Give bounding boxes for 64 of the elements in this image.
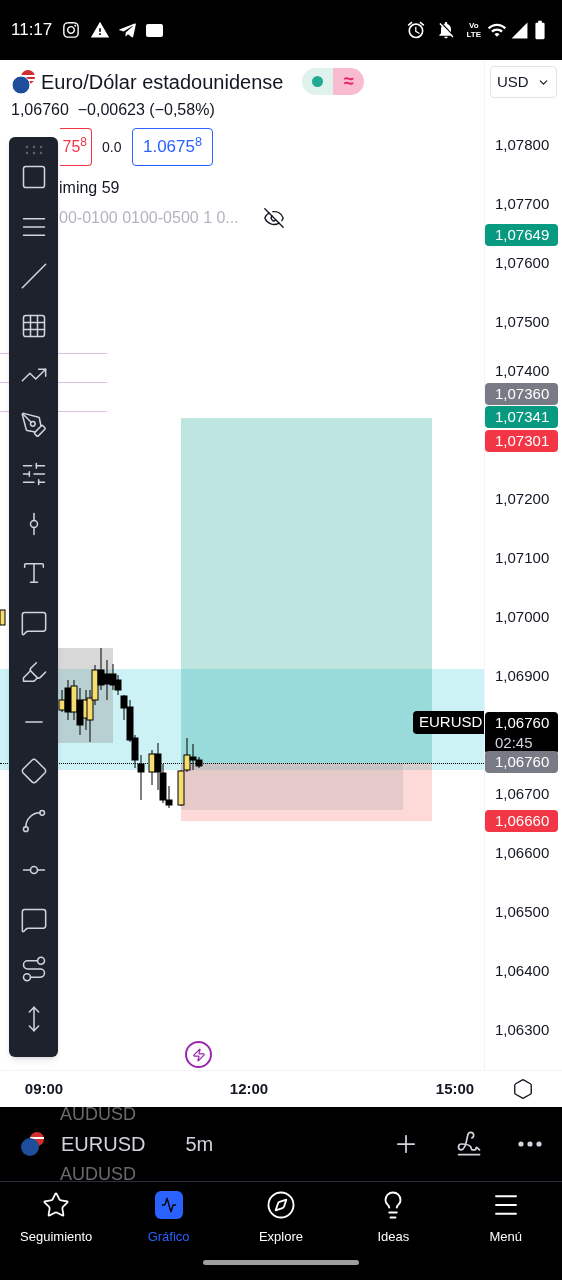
badge-price: 1,07341 bbox=[495, 407, 551, 427]
lightning-icon[interactable] bbox=[185, 1041, 212, 1068]
price-tick: 1,07400 bbox=[495, 361, 550, 382]
nav-tab[interactable]: Explore bbox=[224, 1190, 337, 1252]
ghost-symbol: AUDUSD bbox=[60, 1165, 136, 1183]
price-tick: 1,06600 bbox=[495, 843, 550, 864]
eye-off-icon[interactable] bbox=[262, 207, 285, 229]
price-tick: 1,07000 bbox=[495, 607, 550, 628]
more-icon bbox=[518, 1141, 542, 1147]
nav-tab[interactable]: Ideas bbox=[337, 1190, 450, 1252]
buy-price-button[interactable]: 1.0675$^{8}$ bbox=[132, 128, 213, 166]
indicator-label: iming 59 bbox=[59, 178, 121, 198]
symbol-selector[interactable]: EURUSD bbox=[61, 1129, 146, 1159]
warning-icon bbox=[90, 20, 111, 40]
price-tick: 1,07800 bbox=[495, 135, 550, 156]
flag-icon bbox=[11, 68, 37, 95]
spread: 0.0 bbox=[102, 137, 123, 157]
compass-icon bbox=[265, 1190, 296, 1220]
price-tick: 1,07700 bbox=[495, 194, 550, 215]
flag-icon bbox=[20, 1131, 46, 1157]
star-icon bbox=[42, 1191, 71, 1219]
interval-selector[interactable]: 5m bbox=[185, 1129, 214, 1159]
nav-tab[interactable]: Gráfico bbox=[112, 1190, 225, 1252]
badge-price: 1,06760 bbox=[495, 752, 551, 772]
badge-price: 1,07649 bbox=[495, 225, 551, 245]
price-tick: 1,07100 bbox=[495, 548, 550, 569]
price-tick: 1,06500 bbox=[495, 902, 550, 923]
network-label: Vo LTE bbox=[466, 21, 481, 39]
symbol-title: Euro/Dólar estadounidense bbox=[41, 69, 284, 95]
more-button[interactable] bbox=[518, 1141, 542, 1147]
ghost-symbol: AUDUSD bbox=[60, 1105, 136, 1123]
price-tick: 1,07500 bbox=[495, 312, 550, 333]
time-tick: 15:00 bbox=[435, 1078, 475, 1099]
news-app-icon bbox=[146, 23, 164, 37]
chart-settings-icon[interactable] bbox=[512, 1078, 534, 1100]
sessions-label: 00-0100 0100-0500 1 0... bbox=[59, 208, 239, 228]
sell-price-button[interactable]: 75$^{8}$ bbox=[60, 128, 92, 166]
currency-dropdown[interactable]: USD bbox=[490, 66, 557, 98]
price-tick: 1,06300 bbox=[495, 1020, 550, 1041]
countdown: 02:45 bbox=[495, 733, 534, 753]
badge-price: 1,07301 bbox=[495, 431, 551, 451]
badge-price: 1,06760 bbox=[495, 713, 551, 733]
camera-app-icon bbox=[62, 21, 81, 39]
drawing-button[interactable] bbox=[455, 1130, 483, 1158]
price-tick: 1,06900 bbox=[495, 666, 550, 687]
price-tick: 1,07600 bbox=[495, 253, 550, 274]
zigzag-icon bbox=[160, 1197, 177, 1213]
badge-price: 1,07360 bbox=[495, 384, 551, 404]
badge-price: 1,06660 bbox=[495, 811, 551, 831]
signal-icon bbox=[510, 20, 529, 40]
price-tick: 1,07200 bbox=[495, 489, 550, 510]
time-tick: 12:00 bbox=[229, 1078, 269, 1099]
pen-signature-icon bbox=[455, 1130, 483, 1158]
price-tick: 1,06400 bbox=[495, 961, 550, 982]
clock: 11:17 bbox=[11, 19, 53, 42]
price-change: 1,06760 −0,00623 (−0,58%) bbox=[11, 100, 216, 120]
price-tick: 1,06700 bbox=[495, 784, 550, 805]
candle bbox=[0, 609, 6, 626]
alarm-icon bbox=[406, 20, 427, 40]
status-symbol: ≈ bbox=[333, 68, 365, 95]
nav-tab[interactable]: Seguimiento bbox=[0, 1190, 113, 1252]
nav-tab[interactable]: Menú bbox=[449, 1190, 562, 1252]
time-tick: 09:00 bbox=[24, 1078, 64, 1099]
drag-handle-icon[interactable] bbox=[24, 145, 43, 155]
